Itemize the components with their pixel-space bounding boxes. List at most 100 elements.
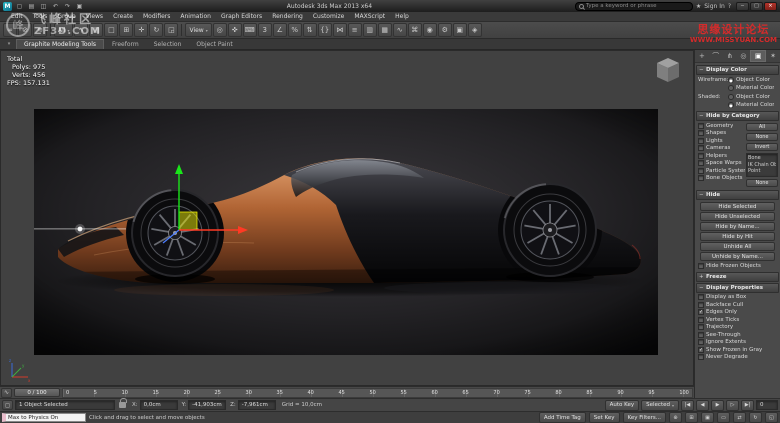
window-crossing-icon[interactable]: ⊞ [119, 23, 133, 37]
zoom-region-icon[interactable]: ▭ [717, 412, 730, 423]
mini-curve-editor-button[interactable]: ∿ [1, 388, 12, 398]
category-filter-button[interactable]: All [746, 123, 778, 131]
checkbox[interactable] [698, 138, 704, 144]
play-animation-button[interactable]: ▶ [711, 400, 724, 411]
category-checkbox-row[interactable]: Particle Systems [698, 167, 745, 175]
percent-snap-icon[interactable]: % [288, 23, 302, 37]
next-frame-button[interactable]: ▷ [726, 400, 739, 411]
checkbox[interactable] [698, 153, 704, 159]
selection-lock-icon[interactable] [119, 402, 126, 408]
current-frame-field[interactable]: 0 [756, 400, 778, 410]
menu-item[interactable]: Rendering [267, 13, 308, 20]
go-to-end-button[interactable]: ▶| [741, 400, 754, 411]
render-setup-icon[interactable]: ⚙ [438, 23, 452, 37]
x-coordinate-field[interactable]: 0,0cm [140, 400, 178, 410]
category-checkbox-row[interactable]: Cameras [698, 145, 745, 153]
category-checkbox-row[interactable]: Helpers [698, 152, 745, 160]
keyboard-override-icon[interactable]: ⌨ [243, 23, 257, 37]
panel-tab-modify[interactable]: ⌒ [709, 50, 723, 62]
display-property-checkbox-row[interactable]: Trajectory [698, 324, 777, 332]
menu-item[interactable]: Tools [28, 13, 53, 20]
time-slider[interactable]: 0 / 100 [14, 388, 60, 397]
hide-unselected-button[interactable]: Hide Unselected [700, 212, 775, 221]
category-checkbox-row[interactable]: Bone Objects [698, 175, 745, 183]
go-to-start-button[interactable]: |◀ [681, 400, 694, 411]
select-by-name-icon[interactable]: ▤ [89, 23, 103, 37]
curve-editor-icon[interactable]: ∿ [393, 23, 407, 37]
rollout-freeze[interactable]: +Freeze [696, 272, 779, 282]
menu-item[interactable]: Customize [308, 13, 350, 20]
category-filter-button[interactable]: None [746, 133, 778, 141]
display-property-checkbox-row[interactable]: ✓ Edges Only [698, 309, 777, 317]
select-object-icon[interactable]: ↖ [74, 23, 88, 37]
minimize-button[interactable]: − [736, 2, 749, 11]
menu-item[interactable]: MAXScript [349, 13, 390, 20]
category-checkbox-row[interactable]: Lights [698, 137, 745, 145]
category-checkbox-row[interactable]: Shapes [698, 130, 745, 138]
rollout-display-color[interactable]: −Display Color [696, 65, 779, 75]
schematic-view-icon[interactable]: ⌘ [408, 23, 422, 37]
select-and-rotate-icon[interactable]: ↻ [149, 23, 163, 37]
menu-item[interactable]: Edit [6, 13, 28, 20]
checkbox[interactable] [698, 130, 704, 136]
category-checkbox-row[interactable]: Space Warps [698, 160, 745, 168]
ribbon-tab-selection[interactable]: Selection [147, 39, 189, 49]
unhide-all-button[interactable]: Unhide All [700, 242, 775, 251]
close-button[interactable]: × [764, 2, 777, 11]
snaps-toggle-icon[interactable]: 3 [258, 23, 272, 37]
checkbox[interactable] [698, 324, 704, 330]
display-property-checkbox-row[interactable]: Vertex Ticks [698, 316, 777, 324]
undo-icon[interactable]: ↶ [51, 2, 60, 11]
menu-item[interactable]: Help [390, 13, 414, 20]
use-pivot-center-icon[interactable]: ◎ [213, 23, 227, 37]
checkbox[interactable] [698, 123, 704, 129]
app-logo[interactable]: M [3, 2, 12, 11]
checkbox[interactable] [698, 317, 704, 323]
shaded-material-color-radio[interactable]: ● Material Color [728, 102, 777, 110]
menu-item[interactable]: Modifiers [138, 13, 175, 20]
key-filter-scope-dropdown[interactable]: Selected▾ [641, 400, 679, 411]
zoom-icon[interactable]: ⊕ [669, 412, 682, 423]
ribbon-menu-icon[interactable]: ▾ [3, 39, 15, 49]
ribbon-tab-graphite-modeling-tools[interactable]: Graphite Modeling Tools [16, 39, 104, 49]
category-checkbox-row[interactable]: Geometry [698, 122, 745, 130]
select-and-manipulate-icon[interactable]: ✜ [228, 23, 242, 37]
menu-item[interactable]: Group [52, 13, 80, 20]
display-property-checkbox-row[interactable]: Ignore Extents [698, 339, 777, 347]
checkbox[interactable] [698, 160, 704, 166]
wireframe-material-color-radio[interactable]: Material Color [728, 85, 777, 93]
rollout-hide[interactable]: −Hide [696, 190, 779, 200]
shaded-object-color-radio[interactable]: Object Color [728, 93, 777, 101]
select-and-link-icon[interactable]: ∞ [3, 23, 17, 37]
key-filters-button[interactable]: Key Filters... [623, 412, 666, 423]
save-file-icon[interactable]: ◫ [39, 2, 48, 11]
mirror-icon[interactable]: ⋈ [333, 23, 347, 37]
search-input[interactable] [586, 3, 689, 9]
panel-tab-utilities[interactable]: ✶ [766, 50, 780, 62]
graphite-ribbon-icon[interactable]: ▦ [378, 23, 392, 37]
display-property-checkbox-row[interactable]: Backface Cull [698, 301, 777, 309]
set-key-button[interactable]: Set Key [589, 412, 620, 423]
material-editor-icon[interactable]: ◉ [423, 23, 437, 37]
viewport[interactable]: Total Polys: 975 Verts: 456 FPS: 157.131… [0, 50, 694, 386]
hide-selected-button[interactable]: Hide Selected [700, 202, 775, 211]
display-property-checkbox-row[interactable]: Never Degrade [698, 354, 777, 362]
viewcube[interactable] [651, 55, 685, 85]
new-scene-icon[interactable]: ▢ [15, 2, 24, 11]
panel-tab-create[interactable]: + [695, 50, 709, 62]
checkbox[interactable]: ✓ [698, 347, 704, 353]
orbit-icon[interactable]: ↻ [749, 412, 762, 423]
zoom-all-icon[interactable]: ⊞ [685, 412, 698, 423]
checkbox[interactable] [698, 354, 704, 360]
display-property-checkbox-row[interactable]: ✓ Show Frozen in Gray [698, 346, 777, 354]
menu-item[interactable]: Create [108, 13, 138, 20]
unhide-by-name-button[interactable]: Unhide by Name... [700, 252, 775, 261]
unlink-selection-icon[interactable]: ⊘ [18, 23, 32, 37]
category-filter-button[interactable]: Invert [746, 143, 778, 151]
project-folder-icon[interactable]: ▣ [75, 2, 84, 11]
pan-icon[interactable]: ⇄ [733, 412, 746, 423]
rollout-hide-by-category[interactable]: −Hide by Category [696, 111, 779, 121]
favorites-star-icon[interactable]: ★ [696, 3, 701, 10]
checkbox[interactable] [698, 168, 704, 174]
select-and-scale-icon[interactable]: ◲ [164, 23, 178, 37]
